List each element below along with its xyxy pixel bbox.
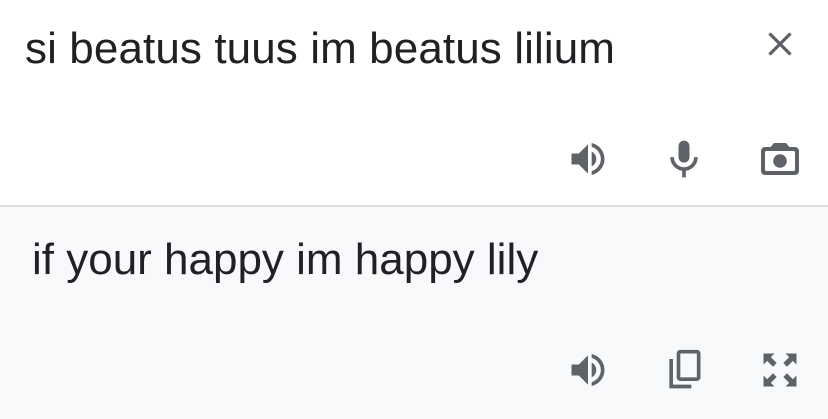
translation-text: if your happy im happy lily <box>32 235 539 284</box>
fullscreen-icon <box>763 353 797 387</box>
camera-icon <box>761 143 799 175</box>
source-panel: si beatus tuus im beatus lilium <box>0 0 828 206</box>
voice-input-button[interactable] <box>656 131 712 187</box>
close-icon <box>768 32 792 56</box>
volume-icon <box>571 354 605 386</box>
volume-icon <box>571 143 605 175</box>
source-text-input[interactable]: si beatus tuus im beatus lilium <box>25 24 615 74</box>
camera-button[interactable] <box>752 131 808 187</box>
clear-text-button[interactable] <box>752 16 808 72</box>
microphone-icon <box>670 140 698 178</box>
fullscreen-button[interactable] <box>752 342 808 398</box>
listen-source-button[interactable] <box>560 131 616 187</box>
copy-translation-button[interactable] <box>656 342 712 398</box>
copy-icon <box>669 349 701 389</box>
translation-panel: if your happy im happy lily <box>0 207 828 419</box>
listen-translation-button[interactable] <box>560 342 616 398</box>
